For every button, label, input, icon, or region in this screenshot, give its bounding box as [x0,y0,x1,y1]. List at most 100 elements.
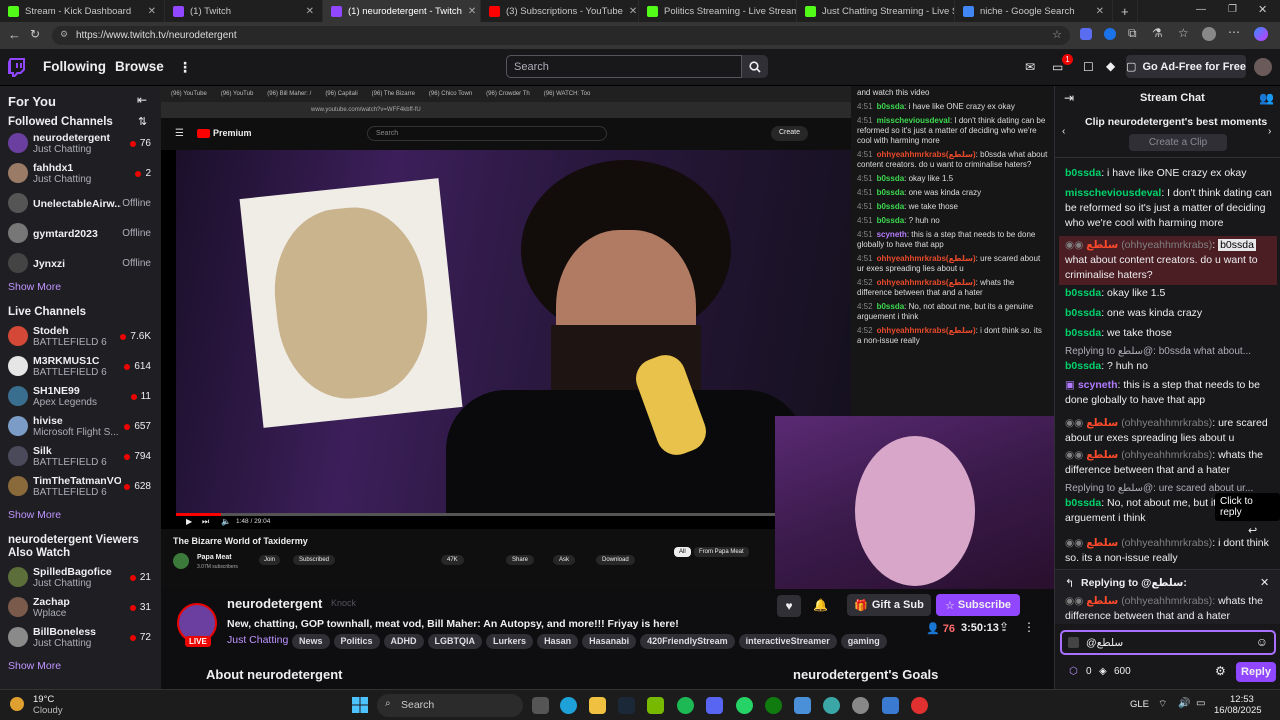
windows-start-icon[interactable] [352,697,368,713]
chat-username[interactable]: misscheviousdeval [1065,187,1161,199]
new-tab-icon[interactable]: + [1113,0,1138,22]
sidebar-channel[interactable]: fahhdx1 Just Chatting 2 [0,160,161,188]
search-button[interactable] [742,55,768,78]
copilot-icon[interactable] [1254,27,1268,41]
stream-tag[interactable]: 420FriendlyStream [640,634,735,649]
search-input[interactable]: Search [506,55,742,78]
chat-username[interactable]: سلطع [1086,239,1118,251]
chat-username[interactable]: سلطع [1086,537,1118,549]
chat-message[interactable]: b0ssda: ? huh no [1065,359,1275,374]
sidebar-channel[interactable]: Jynxzi Offline [0,250,161,278]
sidebar-channel[interactable]: M3RKMUS1C BATTLEFIELD 6 614 [0,353,161,381]
chat-username[interactable]: b0ssda [1065,167,1101,179]
browser-tab[interactable]: niche - Google Search ✕ [955,0,1113,22]
collapse-sidebar-icon[interactable]: ⇤ [137,93,147,107]
bits-icon[interactable]: ◈ [1099,666,1107,677]
chat-username[interactable]: سلطع [1086,417,1118,429]
minimize-icon[interactable]: — [1196,4,1206,15]
notification-bell-icon[interactable]: 🔔 [813,598,828,612]
wifi-icon[interactable]: ⌔ [1158,698,1167,711]
stream-tag[interactable]: ADHD [383,634,424,649]
photos-icon[interactable] [794,697,811,714]
stream-tag[interactable]: Politics [333,634,380,649]
video-player[interactable]: (96) YouTube (96) YouTub (96) Bill Maher: … [161,86,1054,589]
nav-more-icon[interactable]: ⋮ [178,59,192,76]
nav-browse[interactable]: Browse [115,59,164,74]
sidebar-channel[interactable]: Silk BATTLEFIELD 6 794 [0,443,161,471]
nav-following[interactable]: Following [43,59,106,74]
whispers-icon[interactable]: ☐ [1083,60,1094,74]
collapse-chat-icon[interactable]: ⇥ [1064,91,1074,105]
browser-tab[interactable]: Politics Streaming - Live Streams✕ [639,0,797,22]
gift-sub-button[interactable]: 🎁 Gift a Sub [847,594,931,616]
notifications-icon[interactable]: ▭ [1052,60,1063,74]
chat-input[interactable]: @سلطع ☺ [1060,630,1276,655]
stream-tag[interactable]: Hasan [537,634,579,649]
weather-icon[interactable] [10,697,24,711]
stream-category[interactable]: Just Chatting [227,634,288,646]
discord-icon[interactable] [706,697,723,714]
show-more-followed[interactable]: Show More [8,281,61,293]
close-tab-icon[interactable]: ✕ [1090,6,1104,17]
chat-message[interactable]: ◉◉ سلطع (ohhyeahhmrkrabs): i dont think … [1065,536,1275,566]
close-window-icon[interactable]: ✕ [1258,3,1267,16]
xbox-icon[interactable] [765,697,782,714]
follow-heart-icon[interactable]: ♥ [777,595,801,617]
stream-tag[interactable]: gaming [840,634,887,649]
sidebar-channel[interactable]: BillBoneless Just Chatting 72 [0,624,161,652]
extension-icon[interactable] [1080,28,1092,40]
chat-username[interactable]: b0ssda [1065,360,1101,372]
profile-avatar[interactable] [1202,27,1216,41]
chat-message[interactable]: ◉◉ سلطع (ohhyeahhmrkrabs): whats the dif… [1065,448,1275,478]
bookmark-star-icon[interactable]: ☆ [1052,28,1062,41]
nvidia-icon[interactable] [647,697,664,714]
obs-icon[interactable] [911,697,928,714]
chat-message[interactable]: b0ssda: one was kinda crazy [1065,306,1275,321]
chat-settings-icon[interactable]: ⚙ [1215,664,1226,678]
twitch-logo-icon[interactable] [8,58,25,77]
prime-crown-icon[interactable]: ◆ [1106,59,1115,73]
chat-username[interactable]: scyneth [1078,379,1118,391]
browser-tab[interactable]: (1) Twitch ✕ [165,0,323,22]
browser-tab[interactable]: (1) neurodetergent - Twitch ✕ [323,0,481,22]
browser-tab[interactable]: Just Chatting Streaming - Live St✕ [797,0,955,22]
channel-points-icon[interactable]: ⬡ [1069,666,1078,677]
language-indicator[interactable]: GLE [1130,699,1149,710]
chat-message[interactable]: b0ssda: we take those [1065,326,1275,341]
sidebar-channel[interactable]: hivise Microsoft Flight S... 657 [0,413,161,441]
more-options-icon[interactable]: ⋮ [1023,620,1035,634]
app-icon[interactable] [852,697,869,714]
create-clip-button[interactable]: Create a Clip [1129,134,1227,151]
close-tab-icon[interactable]: ✕ [623,6,637,17]
app-icon[interactable] [823,697,840,714]
browser-tab[interactable]: Stream - Kick Dashboard ✕ [0,0,165,22]
sort-icon[interactable]: ⇅ [138,115,147,128]
chat-message[interactable]: misscheviousdeval: I don't think dating … [1065,186,1275,231]
chat-username[interactable]: b0ssda [1065,287,1101,299]
close-tab-icon[interactable]: ✕ [142,6,156,17]
taskbar-search[interactable]: ⌕ Search [377,694,523,717]
volume-icon[interactable]: 🔊 [1178,698,1190,709]
sidebar-channel[interactable]: UnelectableAirw... Offline [0,190,161,218]
chat-message[interactable]: ▣ scyneth: this is a step that needs to … [1065,378,1275,408]
subscribe-button[interactable]: ☆ Subscribe [936,594,1020,616]
chat-message[interactable]: b0ssda: i have like ONE crazy ex okay [1065,166,1275,181]
favorites-icon[interactable]: ☆ [1178,26,1189,40]
sidebar-channel[interactable]: Zachap Wplace 31 [0,594,161,622]
refresh-icon[interactable]: ↻ [30,27,40,41]
settings-icon[interactable] [882,697,899,714]
edge-icon[interactable] [560,697,577,714]
show-more-also[interactable]: Show More [8,660,61,672]
task-view-icon[interactable] [532,697,549,714]
stream-tag[interactable]: News [292,634,330,649]
sidebar-channel[interactable]: TimTheTatmanVO... BATTLEFIELD 6 628 [0,473,161,501]
chat-message[interactable]: ◉◉ سلطع (ohhyeahhmrkrabs): ure scared ab… [1065,416,1275,446]
stream-tag[interactable]: interactiveStreamer [738,634,837,649]
ad-free-button[interactable]: ▢ Go Ad-Free for Free [1126,55,1246,78]
file-explorer-icon[interactable] [589,697,606,714]
prev-arrow-icon[interactable]: ‹ [1062,126,1065,137]
back-arrow-icon[interactable]: ← [8,27,21,42]
extension-icon[interactable] [1104,28,1116,40]
chat-message[interactable]: b0ssda: okay like 1.5 [1065,286,1275,301]
chat-username[interactable]: b0ssda [1065,307,1101,319]
